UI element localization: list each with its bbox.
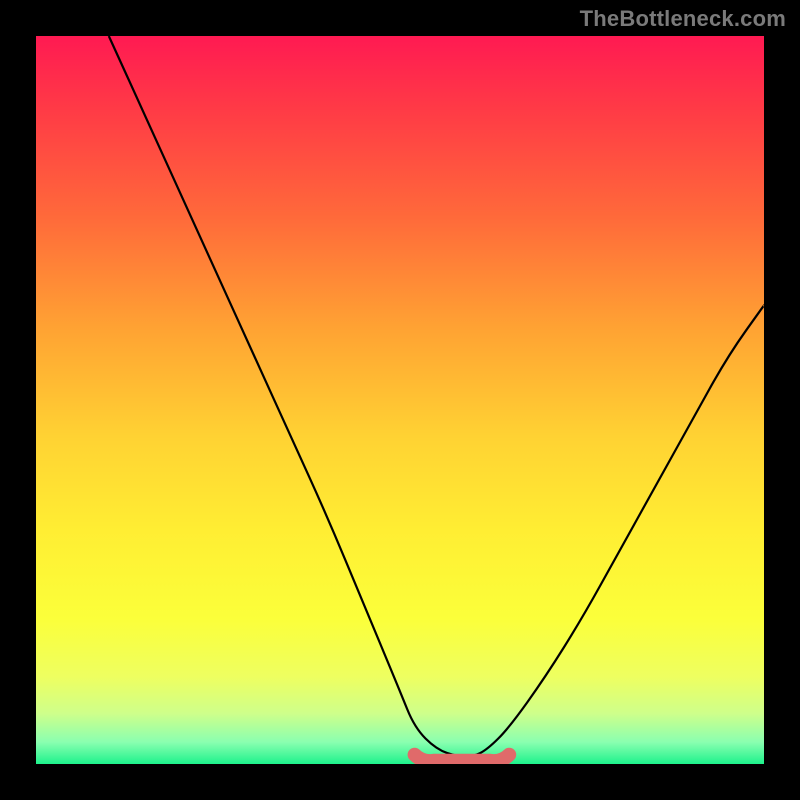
bottleneck-curve [109,36,764,757]
curve-path [109,36,764,757]
plateau-marker [415,755,510,761]
curve-overlay [36,36,764,764]
chart-frame: TheBottleneck.com [0,0,800,800]
watermark-label: TheBottleneck.com [580,6,786,32]
plateau-path [415,755,510,761]
